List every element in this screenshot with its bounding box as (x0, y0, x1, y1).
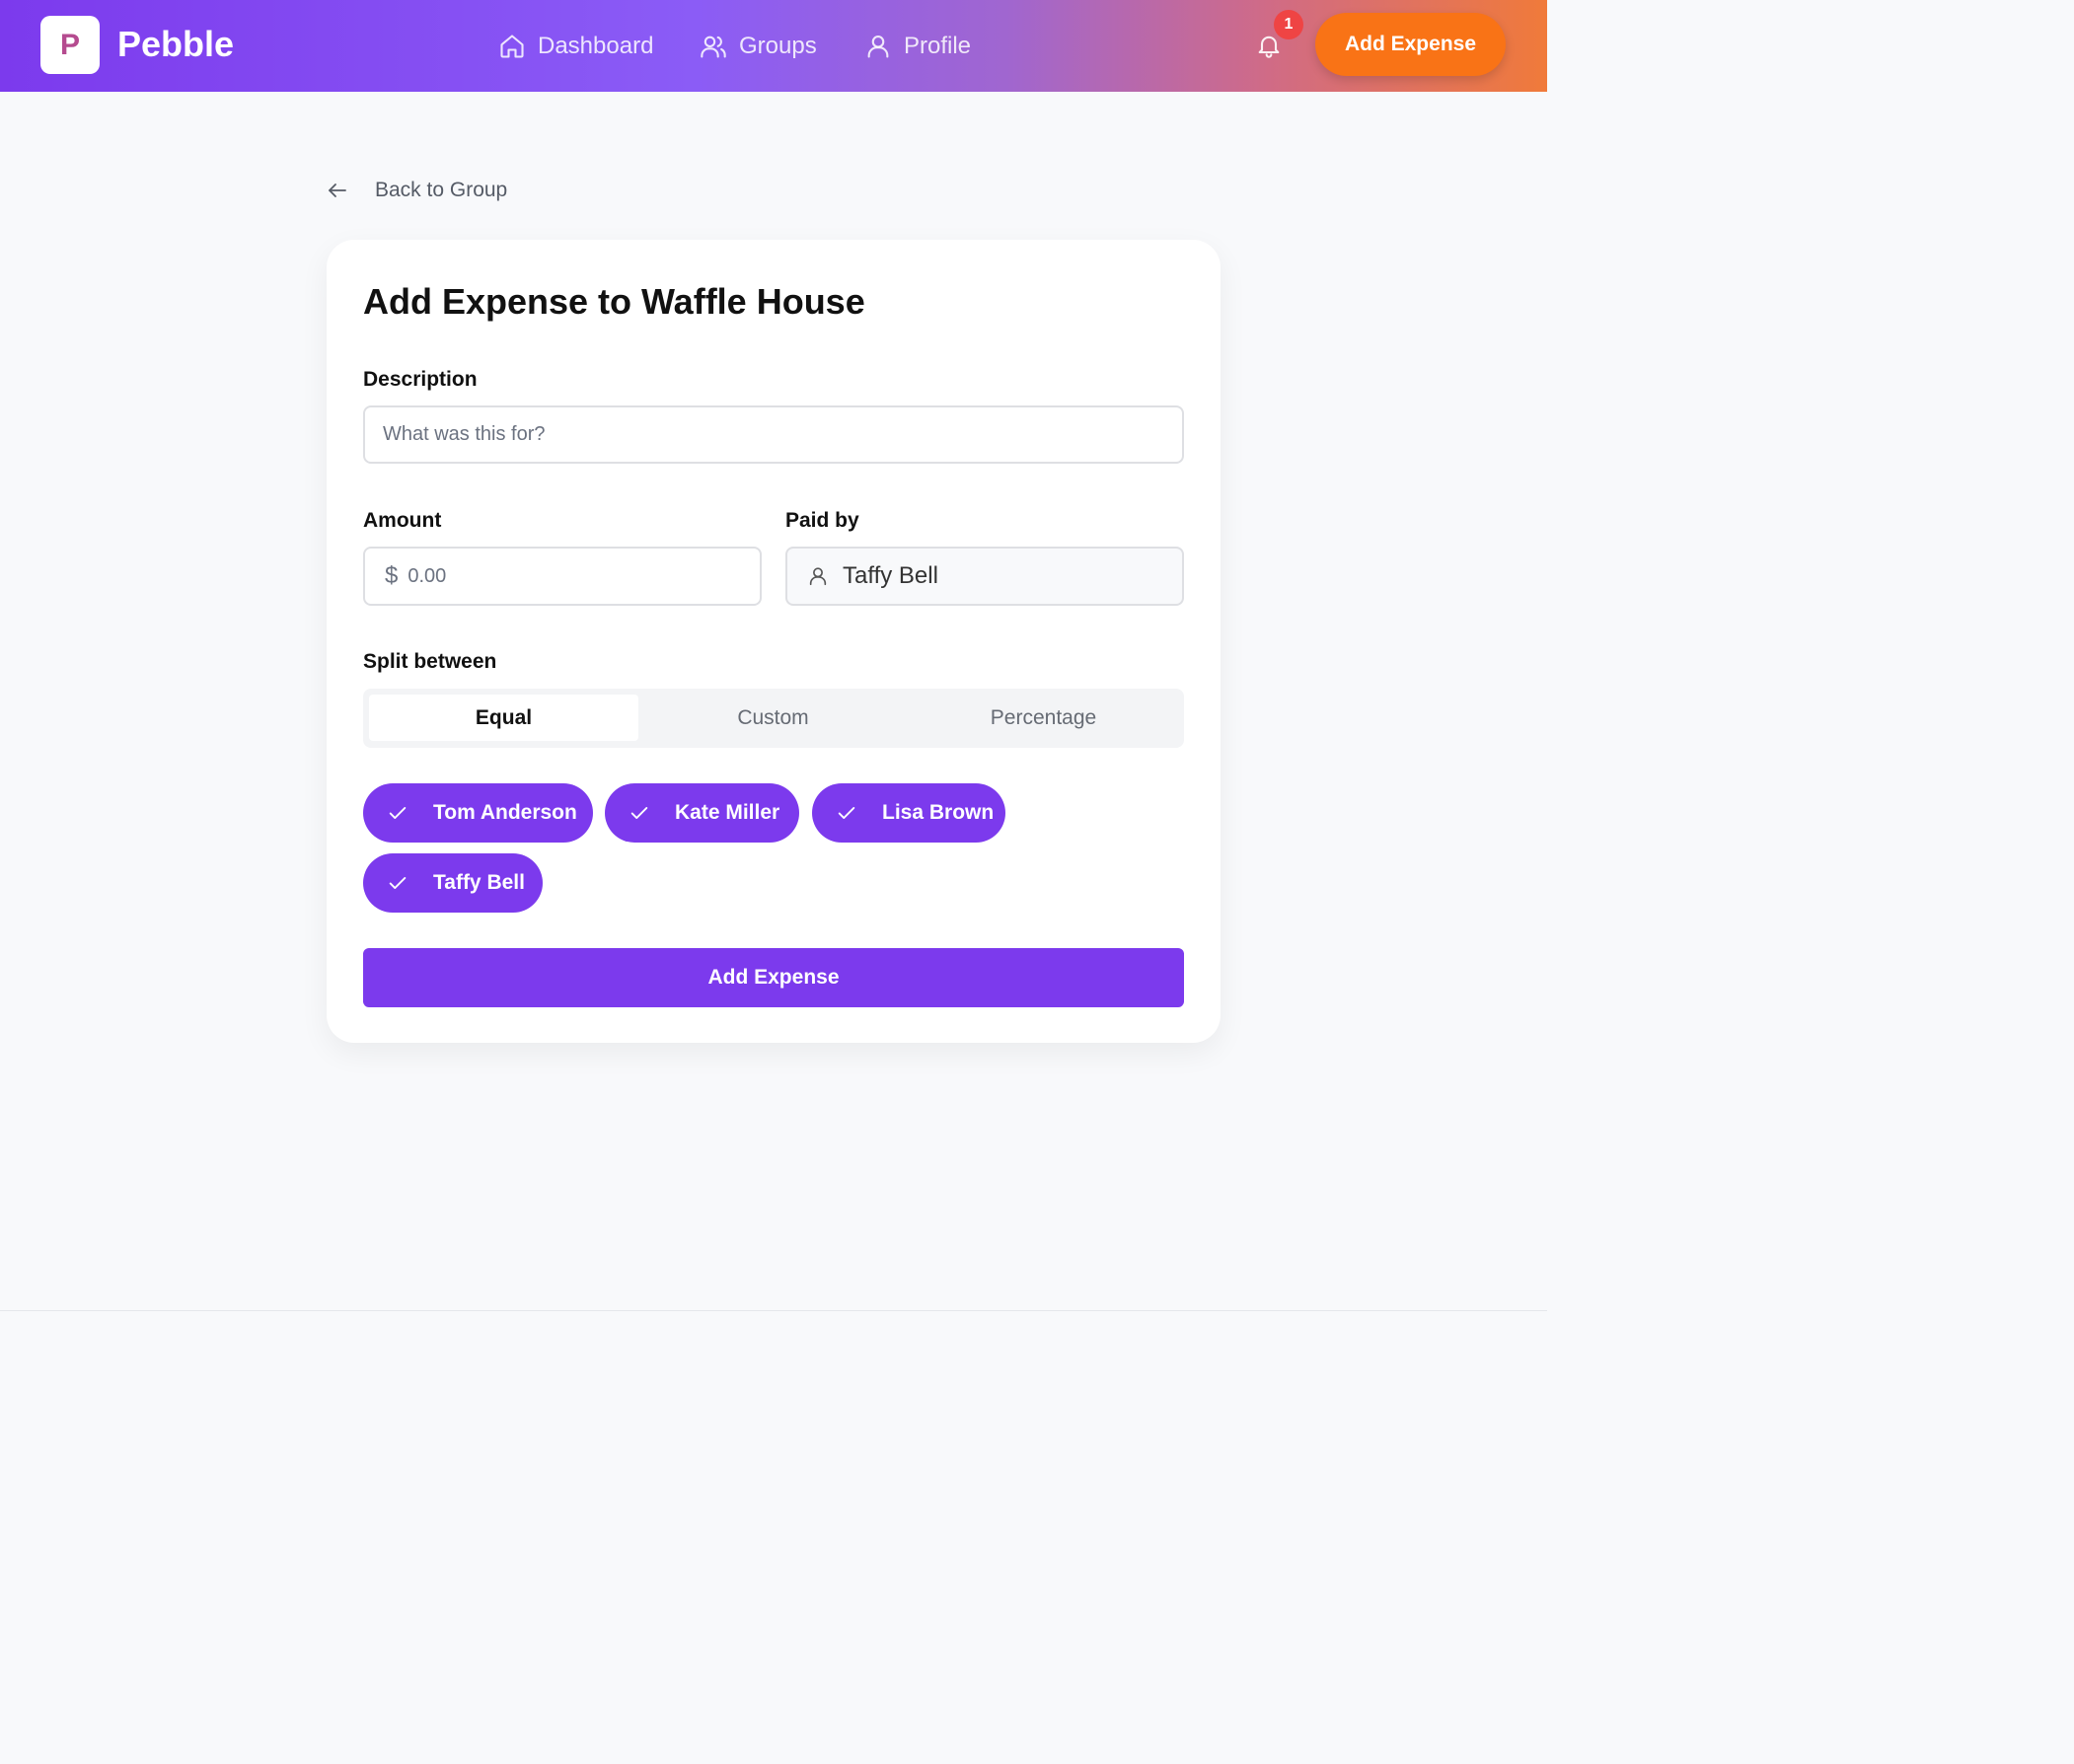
split-between-label: Split between (363, 650, 497, 673)
header-add-expense-button[interactable]: Add Expense (1315, 13, 1506, 76)
member-chip-tom-anderson[interactable]: Tom Anderson (363, 783, 593, 843)
tab-percentage[interactable]: Percentage (909, 695, 1178, 741)
brand-name[interactable]: Pebble (117, 24, 234, 65)
nav-dashboard-label: Dashboard (538, 33, 654, 59)
check-icon (389, 807, 407, 819)
amount-placeholder: 0.00 (407, 564, 447, 587)
paid-by-select[interactable]: Taffy Bell (785, 547, 1184, 606)
amount-input[interactable]: $ 0.00 (363, 547, 762, 606)
paid-by-value: Taffy Bell (843, 562, 938, 589)
member-name: Tom Anderson (433, 801, 577, 824)
tab-equal[interactable]: Equal (369, 695, 638, 741)
back-to-group-link[interactable]: Back to Group (326, 174, 507, 207)
paid-by-label: Paid by (785, 509, 859, 532)
check-icon (630, 807, 648, 819)
back-to-group-label: Back to Group (375, 179, 508, 201)
app-logo[interactable]: P (40, 16, 100, 74)
user-icon (867, 36, 889, 58)
description-placeholder: What was this for? (383, 423, 546, 445)
nav-dashboard[interactable]: Dashboard (498, 28, 653, 65)
page-title: Add Expense to Waffle House (363, 281, 865, 322)
member-chip-kate-miller[interactable]: Kate Miller (605, 783, 799, 843)
member-chip-taffy-bell[interactable]: Taffy Bell (363, 853, 543, 913)
nav-groups[interactable]: Groups (700, 28, 817, 65)
add-expense-submit-button[interactable]: Add Expense (363, 948, 1184, 1007)
amount-label: Amount (363, 509, 442, 532)
member-chip-lisa-brown[interactable]: Lisa Brown (812, 783, 1005, 843)
nav-profile[interactable]: Profile (864, 28, 971, 65)
home-icon (500, 35, 524, 58)
description-input[interactable]: What was this for? (363, 405, 1184, 464)
member-name: Lisa Brown (882, 801, 995, 824)
logo-letter: P (59, 28, 80, 61)
nav-profile-label: Profile (904, 33, 972, 59)
users-icon (701, 36, 726, 58)
user-icon (809, 567, 827, 586)
member-name: Taffy Bell (433, 871, 525, 894)
split-mode-tabs: Equal Custom Percentage (363, 689, 1184, 748)
dollar-icon: $ (385, 562, 399, 589)
top-navbar: P Pebble Dashboard Groups Profile 1 Add … (0, 0, 1547, 92)
add-expense-card: Add Expense to Waffle House Description … (327, 240, 1221, 1043)
member-name: Kate Miller (675, 801, 780, 824)
description-label: Description (363, 368, 478, 391)
arrow-left-icon (329, 184, 346, 197)
notification-badge: 1 (1274, 10, 1303, 39)
page-bottom-divider (0, 1310, 1547, 1311)
check-icon (389, 877, 407, 889)
check-icon (838, 807, 855, 819)
nav-groups-label: Groups (739, 33, 817, 59)
tab-custom[interactable]: Custom (638, 695, 908, 741)
